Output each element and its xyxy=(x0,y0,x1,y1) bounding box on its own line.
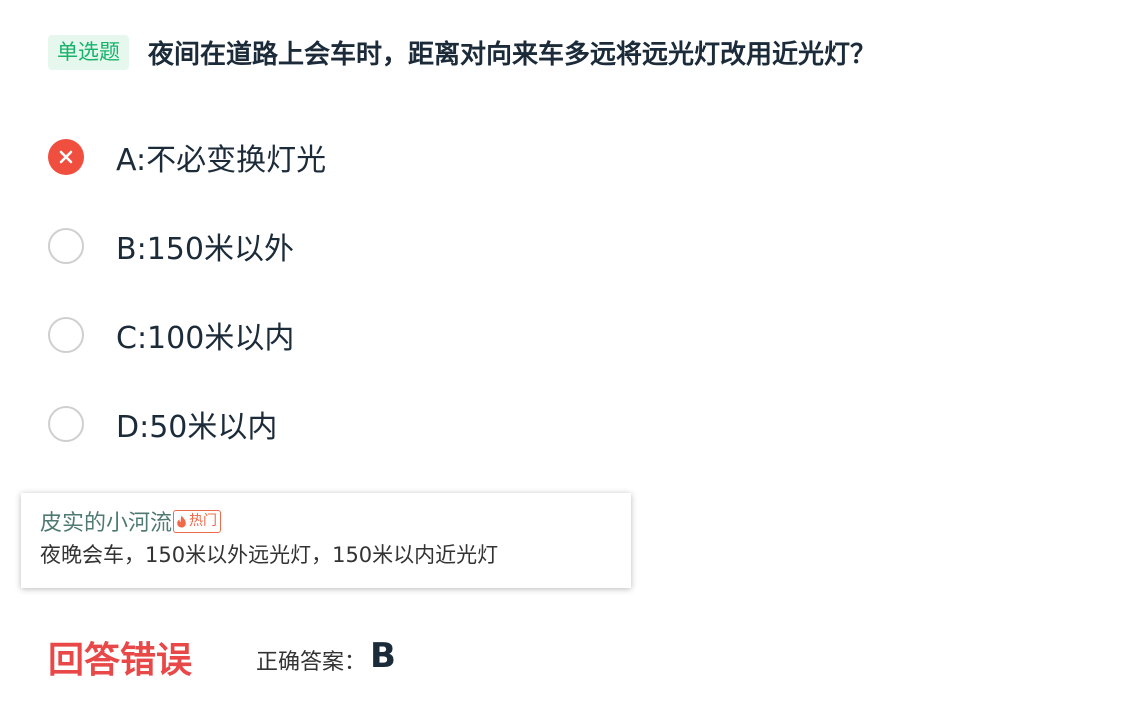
close-icon xyxy=(48,139,84,175)
flame-icon xyxy=(177,515,186,527)
hot-badge-label: 热门 xyxy=(189,512,218,529)
options-list: A:不必变换灯光 B:150米以外 C:100米以内 D:50米以内 xyxy=(48,135,326,491)
option-b[interactable]: B:150米以外 xyxy=(48,224,326,268)
radio-empty-icon xyxy=(48,228,84,264)
comment-text: 夜晚会车，150米以外远光灯，150米以内近光灯 xyxy=(40,543,499,567)
answer-result: 回答错误 正确答案： B xyxy=(48,632,396,682)
option-d[interactable]: D:50米以内 xyxy=(48,402,326,446)
radio-empty-icon xyxy=(48,406,84,442)
comment-username[interactable]: 皮实的小河流 xyxy=(40,505,172,537)
option-a[interactable]: A:不必变换灯光 xyxy=(48,135,326,179)
question-text: 夜间在道路上会车时，距离对向来车多远将远光灯改用近光灯？ xyxy=(148,40,877,70)
radio-empty-icon xyxy=(48,317,84,353)
hot-comment-card[interactable]: 皮实的小河流 热门 夜晚会车，150米以外远光灯，150米以内近光灯 xyxy=(21,493,631,588)
hot-badge: 热门 xyxy=(173,509,222,533)
result-status: 回答错误 xyxy=(48,640,193,681)
option-a-label: A:不必变换灯光 xyxy=(116,143,327,178)
option-c[interactable]: C:100米以内 xyxy=(48,313,326,357)
question-type-tag: 单选题 xyxy=(48,35,129,70)
option-b-label: B:150米以外 xyxy=(116,232,294,267)
correct-answer-value: B xyxy=(370,636,396,676)
option-c-label: C:100米以内 xyxy=(116,321,295,356)
option-d-label: D:50米以内 xyxy=(116,410,278,445)
question-header: 单选题 夜间在道路上会车时，距离对向来车多远将远光灯改用近光灯？ xyxy=(48,34,876,71)
correct-answer-label: 正确答案： xyxy=(256,650,367,675)
comment-header: 皮实的小河流 热门 xyxy=(40,505,613,537)
